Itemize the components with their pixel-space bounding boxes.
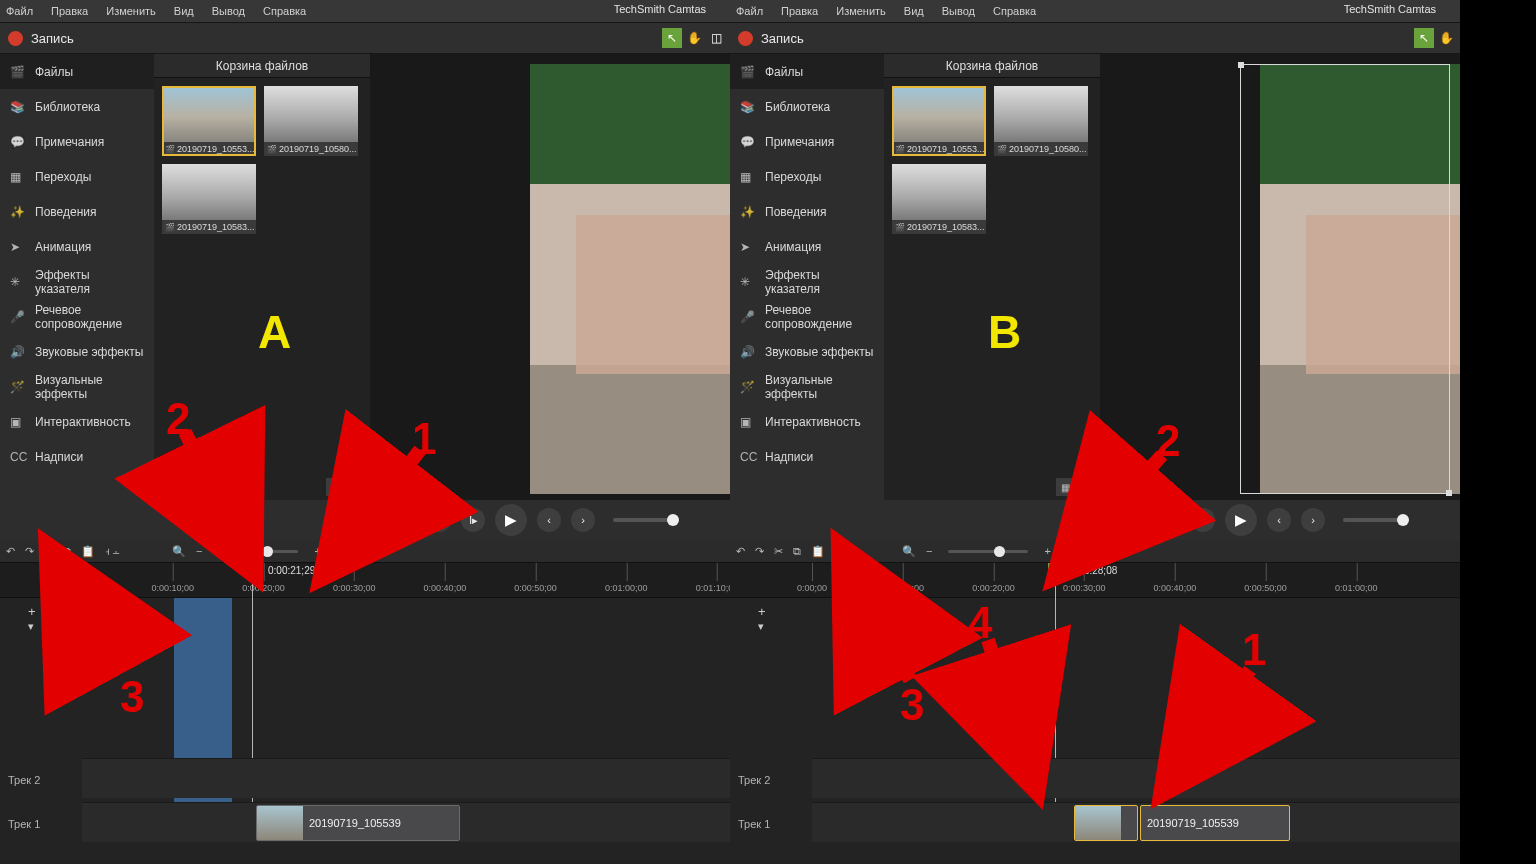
svg-line-1 bbox=[185, 432, 245, 555]
svg-line-3 bbox=[1175, 670, 1250, 775]
svg-line-2 bbox=[58, 565, 118, 675]
svg-line-0 bbox=[335, 450, 420, 560]
svg-line-5 bbox=[850, 565, 910, 680]
svg-line-4 bbox=[1070, 455, 1162, 560]
svg-line-6 bbox=[988, 640, 1030, 770]
